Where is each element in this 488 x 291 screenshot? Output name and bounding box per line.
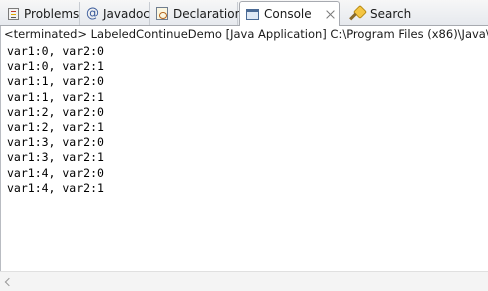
- console-output[interactable]: var1:0, var2:0 var1:0, var2:1 var1:1, va…: [0, 44, 488, 270]
- tab-console[interactable]: Console: [239, 1, 340, 26]
- console-line: var1:4, var2:0: [7, 165, 104, 180]
- tab-search-label: Search: [370, 6, 412, 21]
- javadoc-icon: @: [86, 5, 99, 21]
- console-icon: [246, 8, 259, 20]
- tab-javadoc-label: Javadoc: [103, 6, 150, 21]
- console-line: var1:3, var2:0: [7, 135, 104, 150]
- console-line: var1:1, var2:0: [7, 74, 104, 89]
- tab-declaration[interactable]: Declaration: [150, 2, 242, 25]
- problems-icon: [8, 7, 19, 20]
- tab-javadoc[interactable]: @ Javadoc: [80, 2, 150, 25]
- tab-problems[interactable]: Problems: [2, 2, 80, 25]
- close-icon[interactable]: [325, 9, 336, 20]
- console-line: var1:4, var2:1: [7, 180, 104, 195]
- console-line: var1:1, var2:1: [7, 89, 104, 104]
- tab-console-label: Console: [264, 7, 312, 21]
- declaration-icon: [156, 7, 168, 20]
- tab-declaration-label: Declaration: [173, 6, 243, 21]
- console-line: var1:0, var2:1: [7, 59, 104, 74]
- console-process-header: <terminated> LabeledContinueDemo [Java A…: [4, 27, 488, 41]
- tab-problems-label: Problems: [24, 6, 80, 21]
- console-line: var1:2, var2:0: [7, 104, 104, 119]
- scroll-left-arrow-icon[interactable]: [4, 277, 14, 287]
- console-line: var1:2, var2:1: [7, 119, 104, 134]
- horizontal-scrollbar[interactable]: [0, 271, 488, 291]
- tab-search[interactable]: Search: [343, 2, 413, 25]
- search-icon: [349, 7, 365, 21]
- console-line: var1:3, var2:1: [7, 150, 104, 165]
- view-tab-bar: Problems @ Javadoc Declaration Console S…: [0, 0, 488, 26]
- console-line: var1:0, var2:0: [7, 44, 104, 58]
